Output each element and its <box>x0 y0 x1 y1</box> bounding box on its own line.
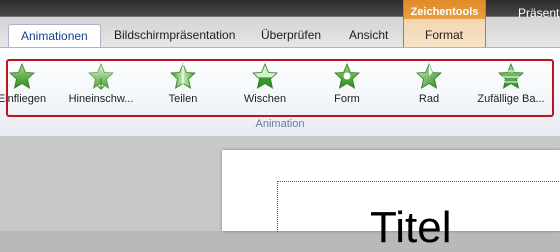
tab-format[interactable]: Format <box>425 24 463 47</box>
context-tab-group-label: Zeichentools <box>410 6 479 18</box>
tab-animationen[interactable]: Animationen <box>8 24 101 48</box>
tab-ansicht[interactable]: Ansicht <box>349 24 388 47</box>
ribbon-group-label: Animation <box>255 118 305 130</box>
slide-title-text: Titel <box>370 203 452 252</box>
window-title: Präsent <box>518 6 560 20</box>
tab-ueberpruefen[interactable]: Überprüfen <box>261 24 321 47</box>
tab-bildschirmpraesentation[interactable]: Bildschirmpräsentation <box>114 24 235 47</box>
gallery-highlight-frame <box>6 59 554 117</box>
